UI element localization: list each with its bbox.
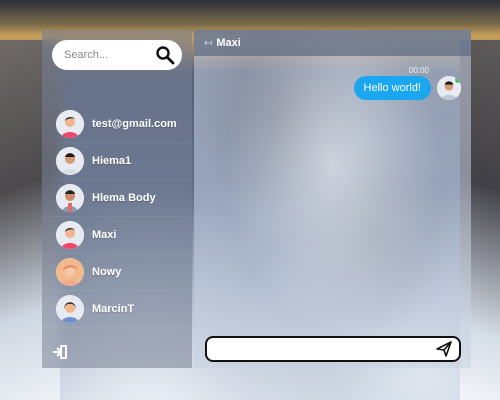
chat-background (194, 30, 471, 368)
avatar (56, 221, 84, 249)
contacts-sidebar: test@gmail.com Hiema1 (42, 30, 192, 368)
search-box (52, 40, 182, 70)
contact-list: test@gmail.com Hiema1 Hlema Body Maxi No… (42, 106, 192, 328)
contact-item[interactable]: MarcinT (42, 291, 192, 328)
message-composer (205, 336, 461, 362)
logout-button[interactable] (52, 344, 68, 360)
contact-item[interactable]: Hiema1 (42, 143, 192, 180)
avatar (56, 295, 84, 323)
avatar (56, 147, 84, 175)
logout-icon (53, 345, 67, 359)
chat-header: ↤ Maxi (194, 30, 471, 56)
message-time: 00:00 (408, 66, 429, 75)
contact-name: test@gmail.com (92, 118, 177, 130)
avatar (56, 110, 84, 138)
search-input[interactable] (62, 48, 156, 62)
contact-item[interactable]: Hlema Body (42, 180, 192, 217)
send-button[interactable] (435, 340, 453, 358)
contact-name: Nowy (92, 266, 122, 278)
contact-name: MarcinT (92, 303, 135, 315)
online-status-dot (454, 76, 461, 84)
contact-name: Maxi (92, 229, 117, 241)
contact-item[interactable]: test@gmail.com (42, 106, 192, 143)
contact-item[interactable]: Maxi (42, 217, 192, 254)
message-input[interactable] (213, 341, 437, 359)
search-icon (156, 46, 175, 65)
avatar (56, 184, 84, 212)
avatar (56, 258, 84, 286)
search-button[interactable] (154, 44, 176, 66)
contact-name: Hiema1 (92, 155, 132, 167)
contact-item[interactable]: Nowy (42, 254, 192, 291)
avatar (437, 76, 461, 100)
chat-title: Maxi (216, 37, 241, 49)
chat-panel: ↤ Maxi 00:00 Hello world! (194, 30, 471, 368)
message-bubble: Hello world! (353, 76, 431, 100)
contact-name: Hlema Body (92, 192, 156, 204)
arrow-left-icon[interactable]: ↤ (204, 38, 212, 49)
send-icon (436, 341, 452, 357)
